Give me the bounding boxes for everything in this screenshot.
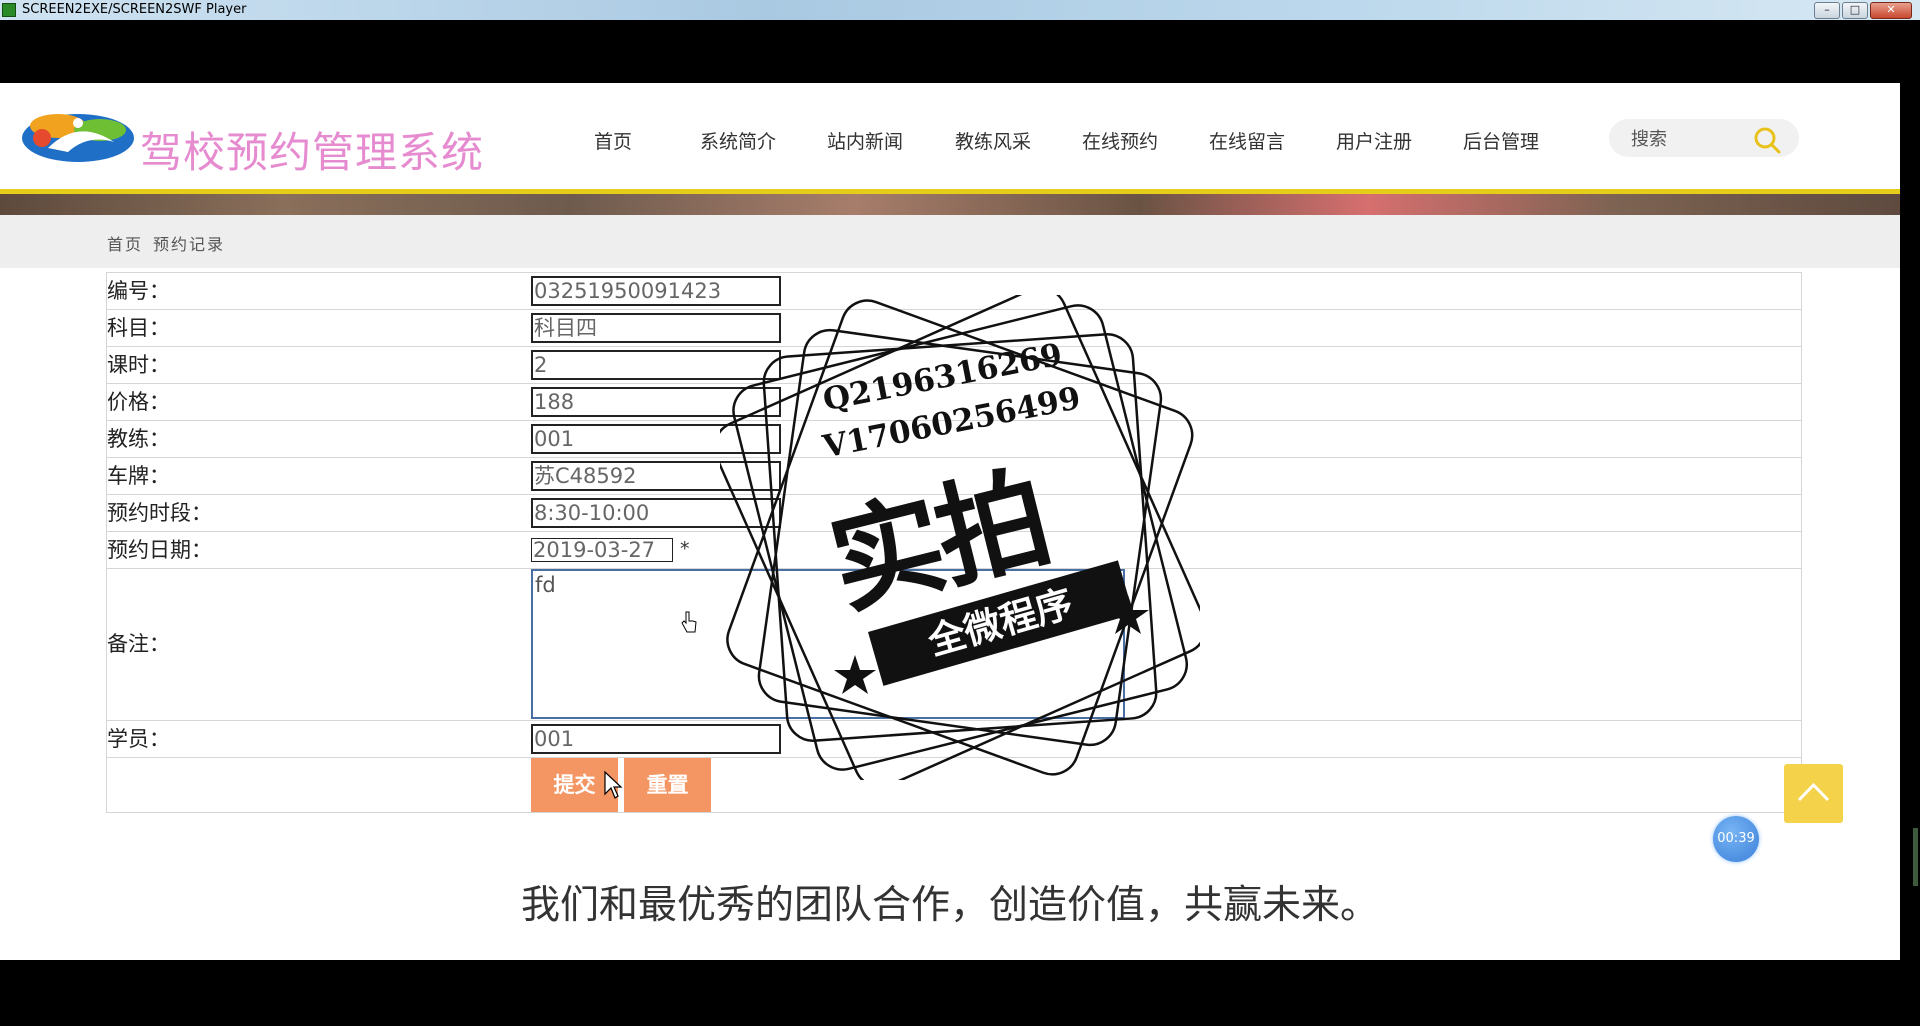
nav-coaches[interactable]: 教练风采	[955, 127, 1031, 154]
subject-label: 科目：	[107, 316, 170, 340]
search-box	[1609, 119, 1799, 159]
banner-image	[0, 194, 1900, 215]
price-label: 价格：	[107, 390, 170, 414]
window-controls: – □ ✕	[1814, 2, 1912, 19]
student-label: 学员：	[107, 727, 170, 751]
app-icon	[2, 3, 16, 17]
window-title-bar: SCREEN2EXE/SCREEN2SWF Player – □ ✕	[0, 0, 1920, 20]
scrollbar-thumb[interactable]	[1913, 828, 1918, 886]
player-bottom-band	[0, 960, 1920, 1026]
nav-register[interactable]: 用户注册	[1336, 127, 1412, 154]
chevron-up-icon	[1797, 782, 1830, 802]
hours-label: 课时：	[107, 353, 170, 377]
nav-home[interactable]: 首页	[594, 127, 632, 154]
window-title: SCREEN2EXE/SCREEN2SWF Player	[22, 2, 247, 17]
date-field[interactable]: 2019-03-27	[531, 538, 673, 562]
back-to-top-button[interactable]	[1784, 764, 1843, 823]
nav-booking[interactable]: 在线预约	[1082, 127, 1158, 154]
recording-timer-badge: 00:39	[1713, 816, 1759, 862]
remark-label: 备注：	[107, 632, 170, 656]
site-header: 驾校预约管理系统 首页 系统简介 站内新闻 教练风采 在线预约 在线留言 用户注…	[0, 83, 1900, 194]
minimize-button[interactable]: –	[1814, 2, 1840, 19]
logo-icon	[22, 114, 134, 162]
footer-slogan: 我们和最优秀的团队合作，创造价值，共赢未来。	[520, 883, 1379, 928]
search-icon[interactable]	[1752, 125, 1782, 155]
reset-button[interactable]: 重置	[624, 758, 711, 812]
breadcrumb-current: 预约记录	[153, 235, 226, 254]
maximize-button[interactable]: □	[1842, 2, 1868, 19]
breadcrumb-bar: 首页 预约记录	[0, 215, 1900, 268]
nav-news[interactable]: 站内新闻	[827, 127, 903, 154]
breadcrumb-home[interactable]: 首页	[107, 235, 143, 254]
nav-about[interactable]: 系统简介	[700, 127, 776, 154]
coach-label: 教练：	[107, 427, 170, 451]
site-logo-text[interactable]: 驾校预约管理系统	[140, 119, 484, 180]
date-label: 预约日期：	[107, 538, 212, 562]
required-mark: *	[680, 538, 690, 560]
plate-label: 车牌：	[107, 464, 170, 488]
breadcrumb: 首页 预约记录	[107, 231, 235, 255]
id-label: 编号：	[107, 279, 170, 303]
nav-admin[interactable]: 后台管理	[1463, 127, 1539, 154]
search-input[interactable]	[1629, 119, 1753, 159]
close-button[interactable]: ✕	[1870, 2, 1912, 19]
hand-cursor-icon	[681, 611, 697, 633]
pointer-cursor-icon	[604, 770, 623, 799]
nav-messages[interactable]: 在线留言	[1209, 127, 1285, 154]
timeslot-label: 预约时段：	[107, 501, 212, 525]
